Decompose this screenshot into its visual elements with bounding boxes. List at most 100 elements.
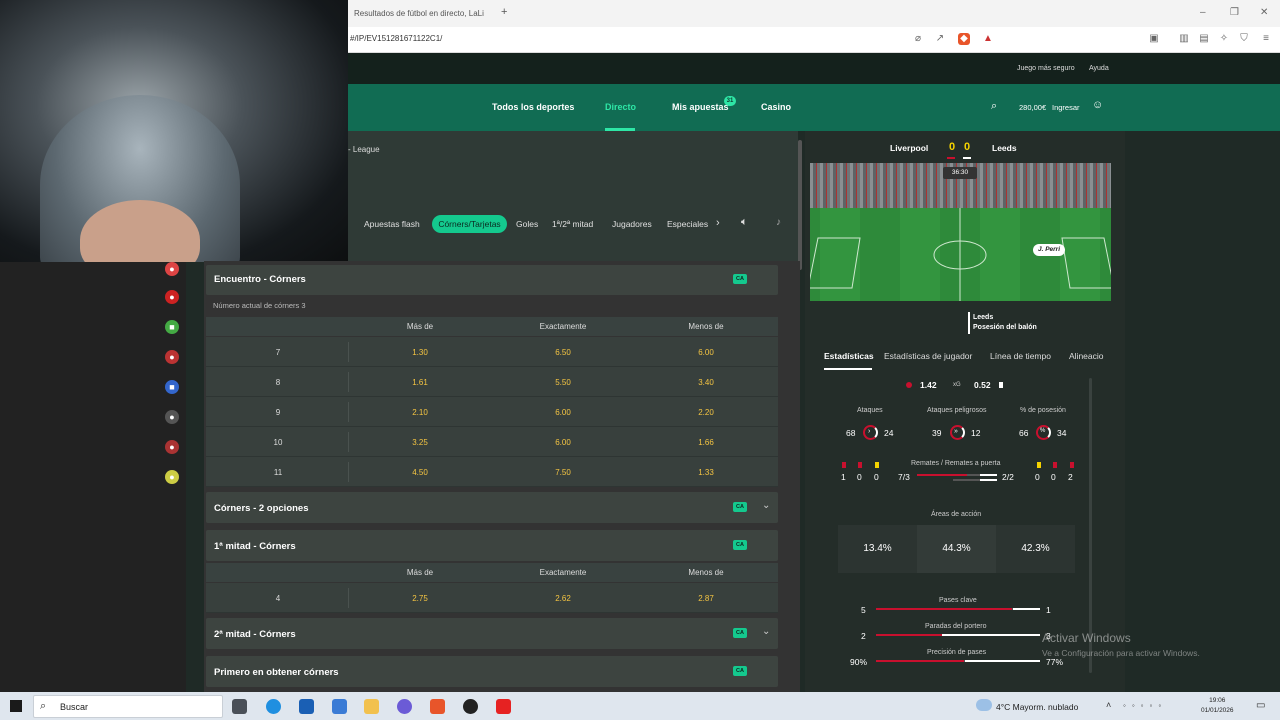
balance-display[interactable]: 280,00€ — [1019, 103, 1046, 112]
sport-icon-5[interactable]: ■ — [165, 380, 179, 394]
sport-icon-2[interactable]: ● — [165, 290, 179, 304]
search-icon[interactable]: ⌕ — [991, 100, 997, 113]
discord-icon[interactable] — [397, 699, 412, 714]
weather-icon[interactable] — [976, 699, 992, 711]
odds-over[interactable]: 2.10 — [412, 408, 428, 417]
tab-statistics[interactable]: Estadísticas — [824, 351, 874, 361]
rewards-icon[interactable]: ▲ — [982, 33, 994, 45]
minimize-icon[interactable]: – — [1200, 7, 1206, 18]
address-text[interactable]: #/IP/EV151281671122C1/ — [350, 34, 442, 43]
taskbar-search[interactable]: ⌕ Buscar — [33, 695, 223, 718]
help-link[interactable]: Ayuda — [1089, 65, 1109, 72]
odds-under[interactable]: 6.00 — [698, 348, 714, 357]
leo-icon[interactable]: ✧ — [1218, 33, 1230, 45]
sport-icon-3[interactable]: ■ — [165, 320, 179, 334]
taskbar-clock[interactable]: 19:06 01/01/2026 — [1201, 696, 1234, 716]
chevron-down-icon[interactable]: ⌄ — [762, 626, 770, 637]
obs-icon[interactable] — [463, 699, 478, 714]
market-first-half-header[interactable]: 1ª mitad - Córners CA — [206, 530, 778, 561]
odds-under[interactable]: 2.87 — [698, 594, 714, 603]
sport-icon-7[interactable]: ● — [165, 440, 179, 454]
sport-icon-8[interactable]: ● — [165, 470, 179, 484]
windows-start-icon[interactable] — [10, 700, 22, 712]
filter-players[interactable]: Jugadores — [612, 219, 652, 229]
stats-scrollbar[interactable] — [1089, 378, 1092, 673]
odds-over[interactable]: 3.25 — [412, 438, 428, 447]
odds-under[interactable]: 1.66 — [698, 438, 714, 447]
filter-specials[interactable]: Especiales — [667, 219, 708, 229]
odds-exact[interactable]: 6.50 — [555, 348, 571, 357]
tray-chevron-icon[interactable]: ˄ — [1106, 700, 1111, 710]
browser-tab[interactable]: Resultados de fútbol en directo, LaLi — [354, 4, 494, 24]
chevron-down-icon[interactable]: ⌄ — [762, 500, 770, 511]
tray-icons[interactable]: ◦◦◦◦◦ — [1123, 701, 1167, 710]
filter-flash[interactable]: Apuestas flash — [364, 219, 420, 229]
store-icon[interactable] — [299, 699, 314, 714]
brave-shield-icon[interactable]: ◆ — [958, 33, 970, 45]
market-encuentro-header[interactable]: Encuentro - Córners CA — [206, 265, 778, 295]
task-view-icon[interactable] — [232, 699, 247, 714]
odds-over[interactable]: 4.50 — [412, 468, 428, 477]
sport-icon-6[interactable]: ● — [165, 410, 179, 424]
tab-timeline[interactable]: Línea de tiempo — [990, 351, 1051, 361]
shots-on-target-away — [980, 479, 997, 481]
odds-exact[interactable]: 2.62 — [555, 594, 571, 603]
nav-all-sports[interactable]: Todos los deportes — [492, 102, 574, 112]
odds-exact[interactable]: 6.00 — [555, 408, 571, 417]
xg-away: 0.52 — [974, 380, 991, 390]
attacks-label: Ataques — [857, 407, 883, 414]
vpn-icon[interactable]: ⛉ — [1238, 33, 1250, 45]
filter-halves[interactable]: 1ª/2ª mitad — [552, 219, 593, 229]
menu-icon[interactable]: ≡ — [1260, 33, 1272, 45]
chevron-right-icon[interactable]: › — [716, 217, 720, 229]
login-button[interactable]: Ingresar — [1052, 103, 1080, 112]
notification-icon[interactable]: ▭ — [1256, 700, 1265, 711]
user-icon[interactable]: ☺ — [1092, 99, 1103, 111]
odds-over[interactable]: 1.30 — [412, 348, 428, 357]
odds-over[interactable]: 2.75 — [412, 594, 428, 603]
key-passes-away: 1 — [1046, 605, 1051, 615]
outlook-icon[interactable] — [332, 699, 347, 714]
weather-text[interactable]: 4°C Mayorm. nublado — [996, 702, 1078, 712]
app-bolt-icon[interactable] — [496, 699, 511, 714]
odds-under[interactable]: 2.20 — [698, 408, 714, 417]
nav-my-bets[interactable]: Mis apuestas — [672, 102, 729, 112]
close-icon[interactable]: ✕ — [1260, 7, 1268, 18]
share-icon[interactable]: ↗ — [934, 33, 946, 45]
odds-exact[interactable]: 6.00 — [555, 438, 571, 447]
market-second-half-header[interactable]: 2ª mitad - Córners CA ⌄ — [206, 618, 778, 649]
safer-gambling-link[interactable]: Juego más seguro — [1017, 65, 1075, 72]
sport-icon-4[interactable]: ● — [165, 350, 179, 364]
odds-exact[interactable]: 5.50 — [555, 378, 571, 387]
file-explorer-icon[interactable] — [364, 699, 379, 714]
tab-player-statistics[interactable]: Estadísticas de jugador — [884, 351, 972, 361]
sidebar-icon[interactable]: ▥ — [1178, 33, 1190, 45]
reader-icon[interactable]: ▣ — [1148, 33, 1160, 45]
nav-casino[interactable]: Casino — [761, 102, 791, 112]
shots-bar-away — [980, 474, 997, 476]
wallet-icon[interactable]: ▤ — [1198, 33, 1210, 45]
tracking-icon[interactable]: ⌀ — [912, 33, 924, 45]
pass-accuracy-away-bar — [965, 660, 1040, 662]
new-tab-button[interactable]: + — [501, 6, 507, 18]
brave-icon[interactable] — [430, 699, 445, 714]
odds-over[interactable]: 1.61 — [412, 378, 428, 387]
odds-under[interactable]: 3.40 — [698, 378, 714, 387]
filter-corners-cards[interactable]: Córners/Tarjetas — [432, 215, 507, 233]
market-first-to-corners-header[interactable]: Primero en obtener córners CA — [206, 656, 778, 687]
odds-under[interactable]: 1.33 — [698, 468, 714, 477]
speaker-icon[interactable]: 🔈︎ — [741, 216, 748, 229]
nav-live[interactable]: Directo — [605, 102, 636, 112]
league-breadcrumb[interactable]: - League — [348, 145, 380, 154]
edge-icon[interactable] — [266, 699, 281, 714]
scrollbar-thumb[interactable] — [798, 140, 802, 270]
restore-icon[interactable]: ❐ — [1230, 7, 1239, 18]
address-bar[interactable]: #/IP/EV151281671122C1/ ⌀ ↗ ◆ ▲ ▣ ▥ ▤ ✧ ⛉… — [348, 27, 1280, 53]
possession-away: 34 — [1057, 428, 1067, 438]
bell-icon[interactable]: ♪ — [776, 217, 781, 228]
tab-lineups[interactable]: Alineacio — [1069, 351, 1104, 361]
odds-exact[interactable]: 7.50 — [555, 468, 571, 477]
filter-goals[interactable]: Goles — [516, 219, 538, 229]
market-two-options-header[interactable]: Córners - 2 opciones CA ⌄ — [206, 492, 778, 523]
sport-icon-1[interactable]: ● — [165, 262, 179, 276]
